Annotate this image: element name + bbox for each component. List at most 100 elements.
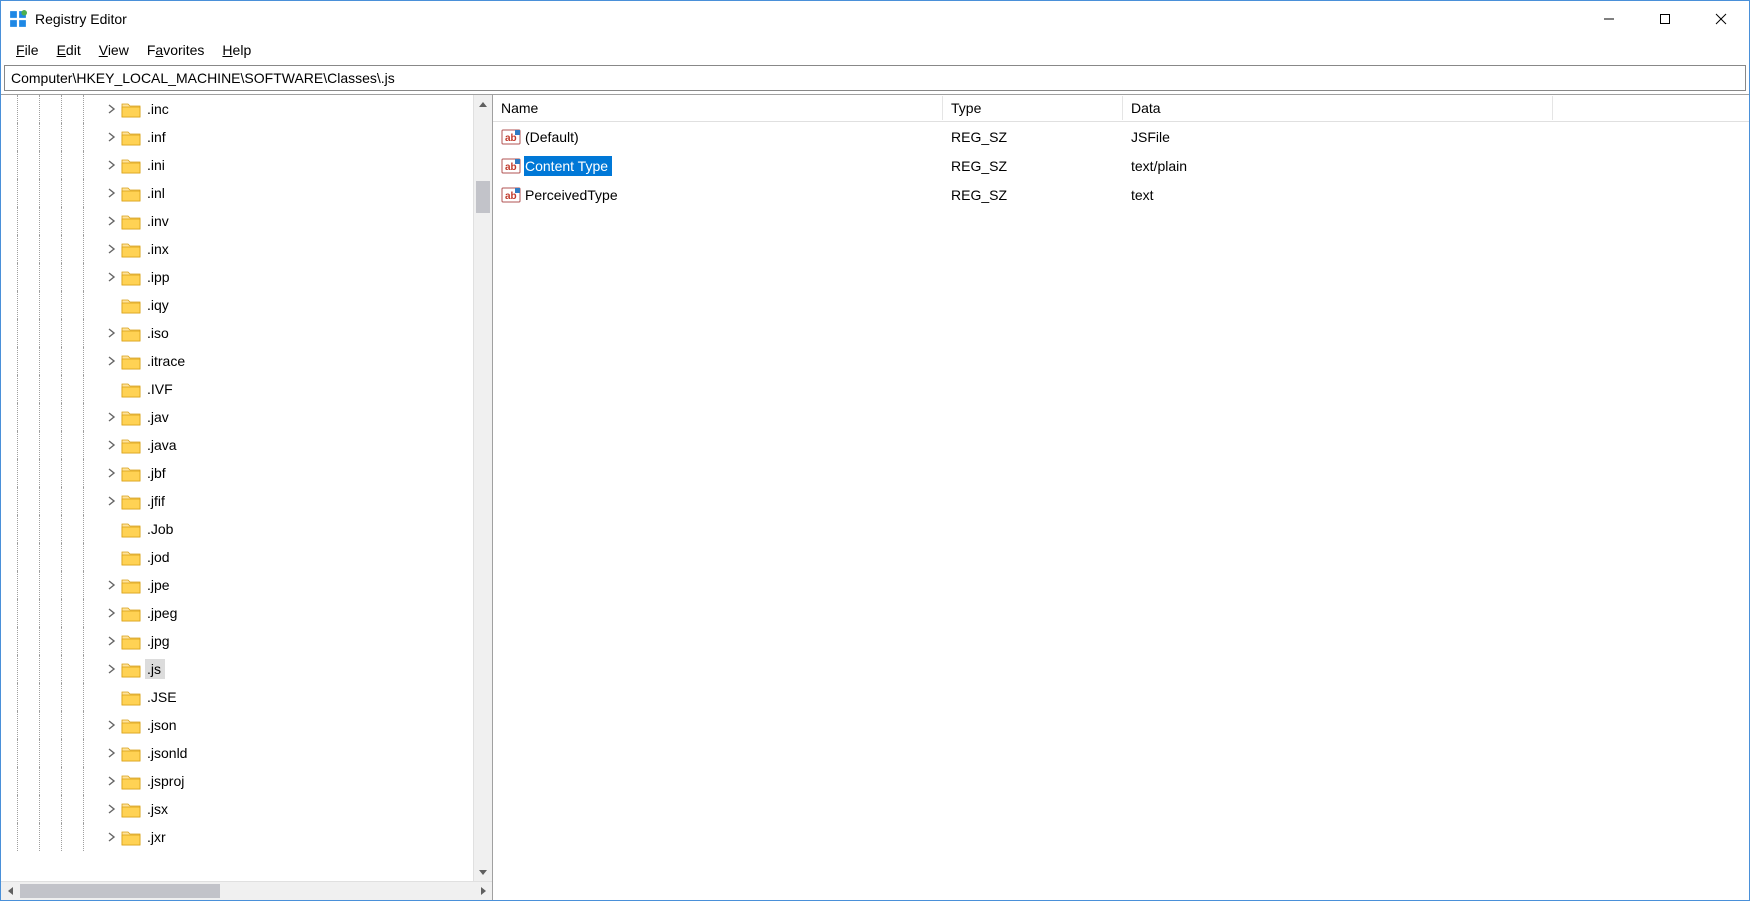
tree-item[interactable]: .jod [1, 543, 471, 571]
expand-chevron-icon[interactable] [105, 186, 119, 200]
expand-chevron-icon[interactable] [105, 802, 119, 816]
tree-item[interactable]: .js [1, 655, 471, 683]
close-button[interactable] [1693, 1, 1749, 37]
tree-item[interactable]: .jsx [1, 795, 471, 823]
expand-chevron-icon[interactable] [105, 662, 119, 676]
expand-chevron-icon[interactable] [105, 578, 119, 592]
tree-item-label: .inx [145, 239, 173, 259]
scroll-down-arrow-icon[interactable] [474, 862, 492, 881]
expand-chevron-icon[interactable] [105, 270, 119, 284]
tree-item-label: .inl [145, 183, 169, 203]
col-header-data[interactable]: Data [1123, 96, 1553, 120]
col-header-type[interactable]: Type [943, 96, 1123, 120]
expand-chevron-icon[interactable] [105, 158, 119, 172]
tree-item[interactable]: .inf [1, 123, 471, 151]
title-bar: Registry Editor [1, 1, 1749, 37]
tree-item[interactable]: .json [1, 711, 471, 739]
tree-item-label: .java [145, 435, 181, 455]
tree-item[interactable]: .jpeg [1, 599, 471, 627]
tree-item[interactable]: .inc [1, 95, 471, 123]
tree-item[interactable]: .jxr [1, 823, 471, 851]
tree-item[interactable]: .java [1, 431, 471, 459]
tree-item[interactable]: .inv [1, 207, 471, 235]
tree-item[interactable]: .iqy [1, 291, 471, 319]
menu-help[interactable]: Help [213, 40, 260, 60]
tree-item-label: .IVF [145, 379, 177, 399]
tree-item[interactable]: .jsproj [1, 767, 471, 795]
tree-item[interactable]: .jsonld [1, 739, 471, 767]
folder-icon [121, 157, 141, 174]
menu-favorites[interactable]: Favorites [138, 40, 214, 60]
expand-chevron-icon[interactable] [105, 718, 119, 732]
tree-item[interactable]: .ini [1, 151, 471, 179]
folder-icon [121, 577, 141, 594]
folder-icon [121, 297, 141, 314]
tree-item[interactable]: .jav [1, 403, 471, 431]
cell-data: text/plain [1123, 158, 1553, 174]
menu-view[interactable]: View [90, 40, 138, 60]
hscroll-track[interactable] [20, 882, 473, 900]
list-row[interactable]: PerceivedTypeREG_SZtext [493, 180, 1749, 209]
expand-chevron-icon[interactable] [105, 634, 119, 648]
address-bar[interactable]: Computer\HKEY_LOCAL_MACHINE\SOFTWARE\Cla… [4, 65, 1746, 91]
expand-chevron-icon[interactable] [105, 354, 119, 368]
tree-item[interactable]: .jpe [1, 571, 471, 599]
tree-item[interactable]: .IVF [1, 375, 471, 403]
tree-item[interactable]: .Job [1, 515, 471, 543]
tree-item[interactable]: .jpg [1, 627, 471, 655]
tree-item[interactable]: .iso [1, 319, 471, 347]
folder-icon [121, 549, 141, 566]
vscroll-track[interactable] [474, 114, 492, 862]
expand-chevron-icon[interactable] [105, 606, 119, 620]
tree-item[interactable]: .inl [1, 179, 471, 207]
scroll-left-arrow-icon[interactable] [1, 882, 20, 900]
expand-chevron-icon[interactable] [105, 102, 119, 116]
main-split: .inc .inf .ini .inl .inv .inx .ipp.iqy.iso.itr… [1, 94, 1749, 900]
menu-edit[interactable]: Edit [48, 40, 90, 60]
list-row[interactable]: Content TypeREG_SZtext/plain [493, 151, 1749, 180]
col-header-name[interactable]: Name [493, 96, 943, 120]
expand-chevron-icon[interactable] [105, 326, 119, 340]
list-body[interactable]: (Default)REG_SZJSFileContent TypeREG_SZt… [493, 122, 1749, 900]
tree-scroll-area[interactable]: .inc .inf .ini .inl .inv .inx .ipp.iqy.iso.itr… [1, 95, 473, 881]
string-value-icon [501, 186, 521, 204]
folder-icon [121, 801, 141, 818]
tree-item[interactable]: .inx [1, 235, 471, 263]
expand-chevron-icon[interactable] [105, 214, 119, 228]
tree-item-label: .jod [145, 547, 174, 567]
scroll-right-arrow-icon[interactable] [473, 882, 492, 900]
vscroll-thumb[interactable] [476, 181, 490, 213]
menu-file[interactable]: File [7, 40, 48, 60]
expand-chevron-icon[interactable] [105, 494, 119, 508]
menu-bar: File Edit View Favorites Help [1, 37, 1749, 63]
expand-chevron-icon[interactable] [105, 130, 119, 144]
tree-item-label: .jsonld [145, 743, 191, 763]
hscroll-thumb[interactable] [20, 884, 220, 898]
expand-chevron-icon[interactable] [105, 438, 119, 452]
list-row[interactable]: (Default)REG_SZJSFile [493, 122, 1749, 151]
window-controls [1581, 1, 1749, 37]
tree-item-label: .jsproj [145, 771, 188, 791]
expand-chevron-icon[interactable] [105, 466, 119, 480]
expand-chevron-icon[interactable] [105, 830, 119, 844]
expand-chevron-icon[interactable] [105, 242, 119, 256]
scroll-up-arrow-icon[interactable] [474, 95, 492, 114]
tree-item[interactable]: .jbf [1, 459, 471, 487]
tree-item[interactable]: .JSE [1, 683, 471, 711]
tree-item-label: .jfif [145, 491, 169, 511]
folder-icon [121, 745, 141, 762]
values-list-pane: Name Type Data (Default)REG_SZJSFileCont… [493, 95, 1749, 900]
tree-item-label: .inf [145, 127, 170, 147]
tree-item[interactable]: .jfif [1, 487, 471, 515]
minimize-button[interactable] [1581, 1, 1637, 37]
expand-chevron-icon[interactable] [105, 410, 119, 424]
expand-chevron-icon[interactable] [105, 746, 119, 760]
tree-item-label: .jav [145, 407, 173, 427]
tree-item[interactable]: .ipp [1, 263, 471, 291]
tree-item[interactable]: .itrace [1, 347, 471, 375]
tree-vertical-scrollbar[interactable] [473, 95, 492, 881]
folder-icon [121, 633, 141, 650]
maximize-button[interactable] [1637, 1, 1693, 37]
tree-horizontal-scrollbar[interactable] [1, 881, 492, 900]
expand-chevron-icon[interactable] [105, 774, 119, 788]
